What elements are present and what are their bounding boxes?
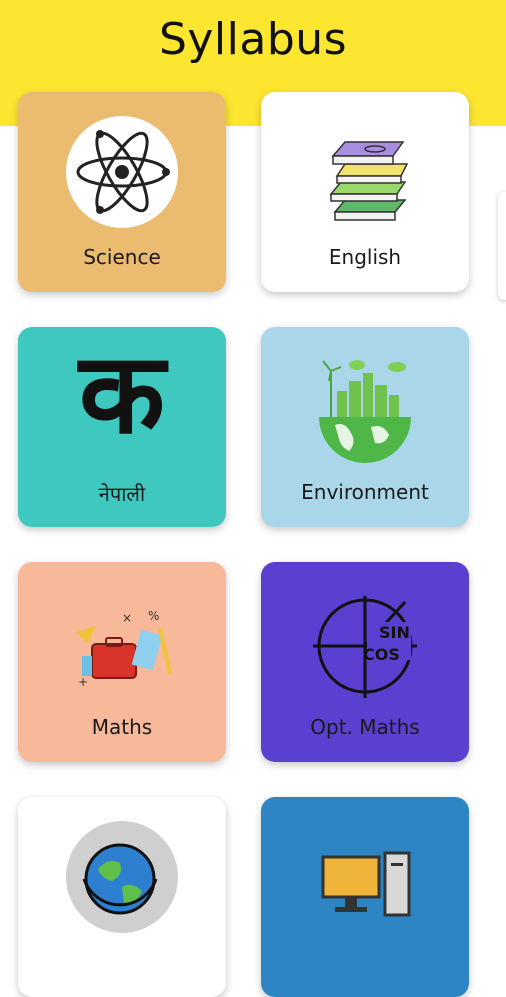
card-label-environment: Environment	[301, 480, 429, 504]
card-label-maths: Maths	[91, 715, 153, 739]
subject-card-computer[interactable]	[261, 797, 469, 997]
devanagari-ka-icon: क	[78, 329, 166, 459]
subject-card-nepali[interactable]: क नेपाली	[18, 327, 226, 527]
subject-card-opt-maths[interactable]: SIN COS Opt. Maths	[261, 562, 469, 762]
atom-icon	[66, 116, 178, 228]
globe-icon	[66, 821, 178, 933]
computer-icon	[321, 851, 411, 917]
green-city-globe-icon	[319, 360, 411, 463]
subject-card-maths[interactable]: × % + Maths	[18, 562, 226, 762]
svg-text:SIN: SIN	[379, 623, 410, 642]
subject-card-environment[interactable]: Environment	[261, 327, 469, 527]
math-supplies-icon: × % +	[76, 609, 172, 689]
scrollbar-thumb[interactable]	[498, 192, 506, 300]
subject-card-english[interactable]: English	[261, 92, 469, 292]
card-label-nepali: नेपाली	[98, 482, 146, 506]
svg-text:+: +	[78, 675, 88, 689]
card-label-science: Science	[83, 245, 161, 269]
svg-text:×: ×	[122, 611, 132, 625]
subject-card-science[interactable]: Science	[18, 92, 226, 292]
subject-card-social[interactable]	[18, 797, 226, 997]
books-icon	[329, 141, 409, 221]
card-label-opt-maths: Opt. Maths	[310, 715, 420, 739]
trigonometry-icon: SIN COS	[313, 596, 417, 698]
page-title: Syllabus	[158, 14, 348, 65]
card-label-english: English	[328, 245, 402, 269]
svg-text:%: %	[148, 609, 159, 623]
svg-text:COS: COS	[363, 645, 400, 664]
